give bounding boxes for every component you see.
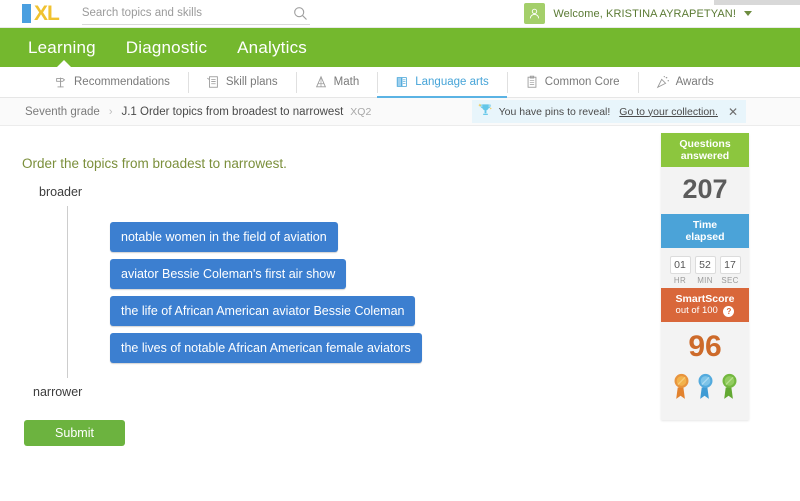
tab-language-arts[interactable]: Language arts — [377, 67, 507, 98]
question-prompt: Order the topics from broadest to narrow… — [22, 156, 287, 171]
timer-minutes-value: 52 — [695, 256, 716, 274]
welcome-label: Welcome, KRISTINA AYRAPETYAN! — [553, 8, 736, 20]
main-nav: Learning Diagnostic Analytics — [0, 28, 800, 67]
tab-label: Common Core — [545, 76, 620, 88]
smartscore-subtitle-row: out of 100 ? — [665, 305, 745, 317]
help-icon[interactable]: ? — [723, 306, 734, 317]
ribbon-blue-icon — [697, 372, 714, 408]
checklist-icon — [206, 75, 220, 89]
answer-tile[interactable]: aviator Bessie Coleman's first air show — [110, 259, 346, 289]
close-icon[interactable]: ✕ — [728, 106, 738, 118]
questions-answered-title-2: answered — [665, 150, 745, 162]
tile-row: notable women in the field of aviation — [110, 222, 422, 259]
timer-minutes-label: MIN — [695, 276, 716, 285]
ixl-logo[interactable]: XL — [22, 4, 59, 24]
pin-collection-link[interactable]: Go to your collection. — [619, 106, 718, 118]
submit-button[interactable]: Submit — [24, 420, 125, 446]
tab-label: Math — [334, 76, 360, 88]
smartscore-title: SmartScore — [665, 293, 745, 305]
tab-skill-plans[interactable]: Skill plans — [188, 67, 296, 98]
top-bar: XL Welcome, KRISTINA AYRAPETYAN! — [0, 0, 800, 28]
logo-i-bar — [22, 4, 31, 23]
timer-minutes: 52 MIN — [695, 256, 716, 285]
time-elapsed-title-1: Time — [665, 219, 745, 231]
avatar — [524, 3, 545, 24]
questions-answered-title-1: Questions — [665, 138, 745, 150]
timer-seconds-label: SEC — [720, 276, 741, 285]
score-panel: Questions answered 207 Time elapsed 01 H… — [661, 133, 749, 420]
timer-seconds: 17 SEC — [720, 256, 741, 285]
nav-item-learning[interactable]: Learning — [28, 38, 96, 58]
time-elapsed-title-2: elapsed — [665, 231, 745, 243]
breadcrumb-skill: J.1 Order topics from broadest to narrow… — [121, 106, 343, 118]
timer-hours-label: HR — [670, 276, 691, 285]
breadcrumb-bar: Seventh grade › J.1 Order topics from br… — [0, 98, 800, 126]
party-popper-icon — [656, 75, 670, 89]
ribbon-orange-icon — [673, 372, 690, 408]
ordering-rail — [67, 206, 68, 378]
tab-label: Awards — [676, 76, 714, 88]
chevron-down-icon[interactable] — [744, 11, 752, 16]
subject-tabs: Recommendations Skill plans Math — [0, 67, 800, 98]
answer-tile[interactable]: the lives of notable African American fe… — [110, 333, 422, 363]
smartscore-subtitle: out of 100 — [676, 305, 718, 316]
trophy-icon — [478, 102, 493, 122]
signpost-icon — [54, 75, 68, 89]
tile-row: the life of African American aviator Bes… — [110, 296, 422, 333]
questions-answered-header: Questions answered — [661, 133, 749, 167]
rail-label-broader: broader — [39, 185, 82, 199]
breadcrumb-separator: › — [109, 106, 113, 118]
tile-row: the lives of notable African American fe… — [110, 333, 422, 370]
nav-item-analytics[interactable]: Analytics — [237, 38, 307, 58]
ixl-skill-page: XL Welcome, KRISTINA AYRAPETYAN! — [0, 0, 800, 501]
tile-row: aviator Bessie Coleman's first air show — [110, 259, 422, 296]
breadcrumb-grade[interactable]: Seventh grade — [25, 106, 100, 118]
pin-message: You have pins to reveal! — [499, 106, 611, 118]
user-menu[interactable]: Welcome, KRISTINA AYRAPETYAN! — [524, 3, 752, 24]
open-book-icon — [395, 75, 409, 89]
logo-xl-text: XL — [34, 4, 59, 23]
tab-awards[interactable]: Awards — [638, 67, 732, 98]
tab-label: Recommendations — [74, 76, 170, 88]
answer-tile[interactable]: notable women in the field of aviation — [110, 222, 338, 252]
questions-answered-value: 207 — [661, 167, 749, 214]
skill-code: XQ2 — [350, 106, 371, 118]
clipboard-icon — [525, 75, 539, 89]
tab-recommendations[interactable]: Recommendations — [36, 67, 188, 98]
tab-common-core[interactable]: Common Core — [507, 67, 638, 98]
award-ribbons — [661, 368, 749, 420]
answer-tile[interactable]: the life of African American aviator Bes… — [110, 296, 415, 326]
nav-item-diagnostic[interactable]: Diagnostic — [126, 38, 207, 58]
tab-math[interactable]: Math — [296, 67, 378, 98]
answer-tiles: notable women in the field of aviation a… — [110, 222, 422, 370]
ribbon-green-icon — [721, 372, 738, 408]
search-icon[interactable] — [293, 6, 308, 26]
tab-label: Language arts — [415, 76, 489, 88]
smartscore-value: 96 — [661, 322, 749, 368]
search-box[interactable] — [82, 3, 310, 25]
tab-label: Skill plans — [226, 76, 278, 88]
compass-icon — [314, 75, 328, 89]
timer: 01 HR 52 MIN 17 SEC — [661, 248, 749, 288]
timer-seconds-value: 17 — [720, 256, 741, 274]
search-input[interactable] — [82, 7, 280, 19]
time-elapsed-header: Time elapsed — [661, 214, 749, 248]
rail-label-narrower: narrower — [33, 385, 82, 399]
timer-hours: 01 HR — [670, 256, 691, 285]
pin-notification: You have pins to reveal! Go to your coll… — [472, 100, 746, 123]
timer-hours-value: 01 — [670, 256, 691, 274]
smartscore-header: SmartScore out of 100 ? — [661, 288, 749, 322]
